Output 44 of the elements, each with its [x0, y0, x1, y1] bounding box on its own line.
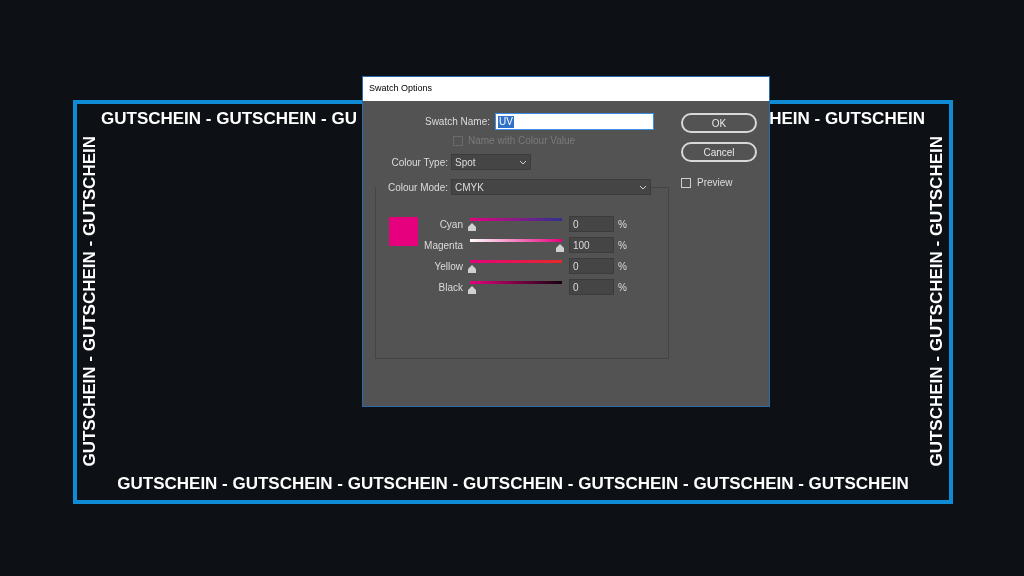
field-value: 0: [573, 259, 579, 274]
unit-label: %: [618, 259, 627, 274]
chevron-down-icon: [519, 159, 527, 165]
window-title: Swatch Options: [369, 82, 433, 96]
colour-mode-dropdown[interactable]: CMYK: [451, 179, 651, 195]
dialog-button[interactable]: OK: [681, 113, 757, 133]
checkbox-label: Preview: [697, 176, 733, 190]
field-label: Swatch Name:: [423, 115, 491, 129]
slider-label: Yellow: [433, 259, 464, 274]
chevron-down-icon: [639, 184, 647, 190]
voucher-text: GUTSCHEIN - GUTSCHEIN - GU: [101, 110, 357, 127]
percent-field[interactable]: 100: [569, 237, 614, 253]
field-label: Colour Type:: [390, 155, 449, 170]
dropdown-value: Spot: [455, 155, 476, 170]
percent-field[interactable]: 0: [569, 279, 614, 295]
colour-type-dropdown[interactable]: Spot: [451, 154, 531, 170]
voucher-text: GUTSCHEIN - GUTSCHEIN - GUTSCHEIN - GUTSCHEIN - GUTSCHEIN - GUTSCHEIN - GUTSCHEIN: [117, 475, 909, 492]
slider-thumb[interactable]: [468, 265, 476, 273]
slider-label: Magenta: [423, 238, 464, 253]
colour-swatch: [389, 217, 418, 246]
dialog-button[interactable]: Cancel: [681, 142, 757, 162]
slider-thumb[interactable]: [468, 286, 476, 294]
field-value: 100: [573, 238, 590, 253]
slider-label: Black: [437, 280, 464, 295]
percent-field[interactable]: 0: [569, 216, 614, 232]
colour-slider[interactable]: [468, 258, 564, 274]
field-value: 0: [573, 217, 579, 232]
unit-label: %: [618, 238, 627, 253]
field-value: UV: [498, 115, 514, 128]
colour-slider[interactable]: [468, 216, 564, 232]
voucher-text: GUTSCHEIN - GUTSCHEIN - GUTSCHEIN: [81, 135, 98, 467]
voucher-text: GUTSCHEIN - GUTSCHEIN - GUTSCHEIN: [928, 135, 945, 467]
voucher-text: HEIN - GUTSCHEIN: [769, 110, 925, 127]
unit-label: %: [618, 217, 627, 232]
slider-label: Cyan: [438, 217, 464, 232]
field-value: 0: [573, 280, 579, 295]
unit-label: %: [618, 280, 627, 295]
colour-slider[interactable]: [468, 279, 564, 295]
colour-slider[interactable]: [468, 237, 564, 253]
percent-field[interactable]: 0: [569, 258, 614, 274]
slider-thumb[interactable]: [556, 244, 564, 252]
swatch-name-field[interactable]: UV: [495, 113, 654, 130]
dropdown-value: CMYK: [455, 180, 484, 195]
slider-thumb[interactable]: [468, 223, 476, 231]
